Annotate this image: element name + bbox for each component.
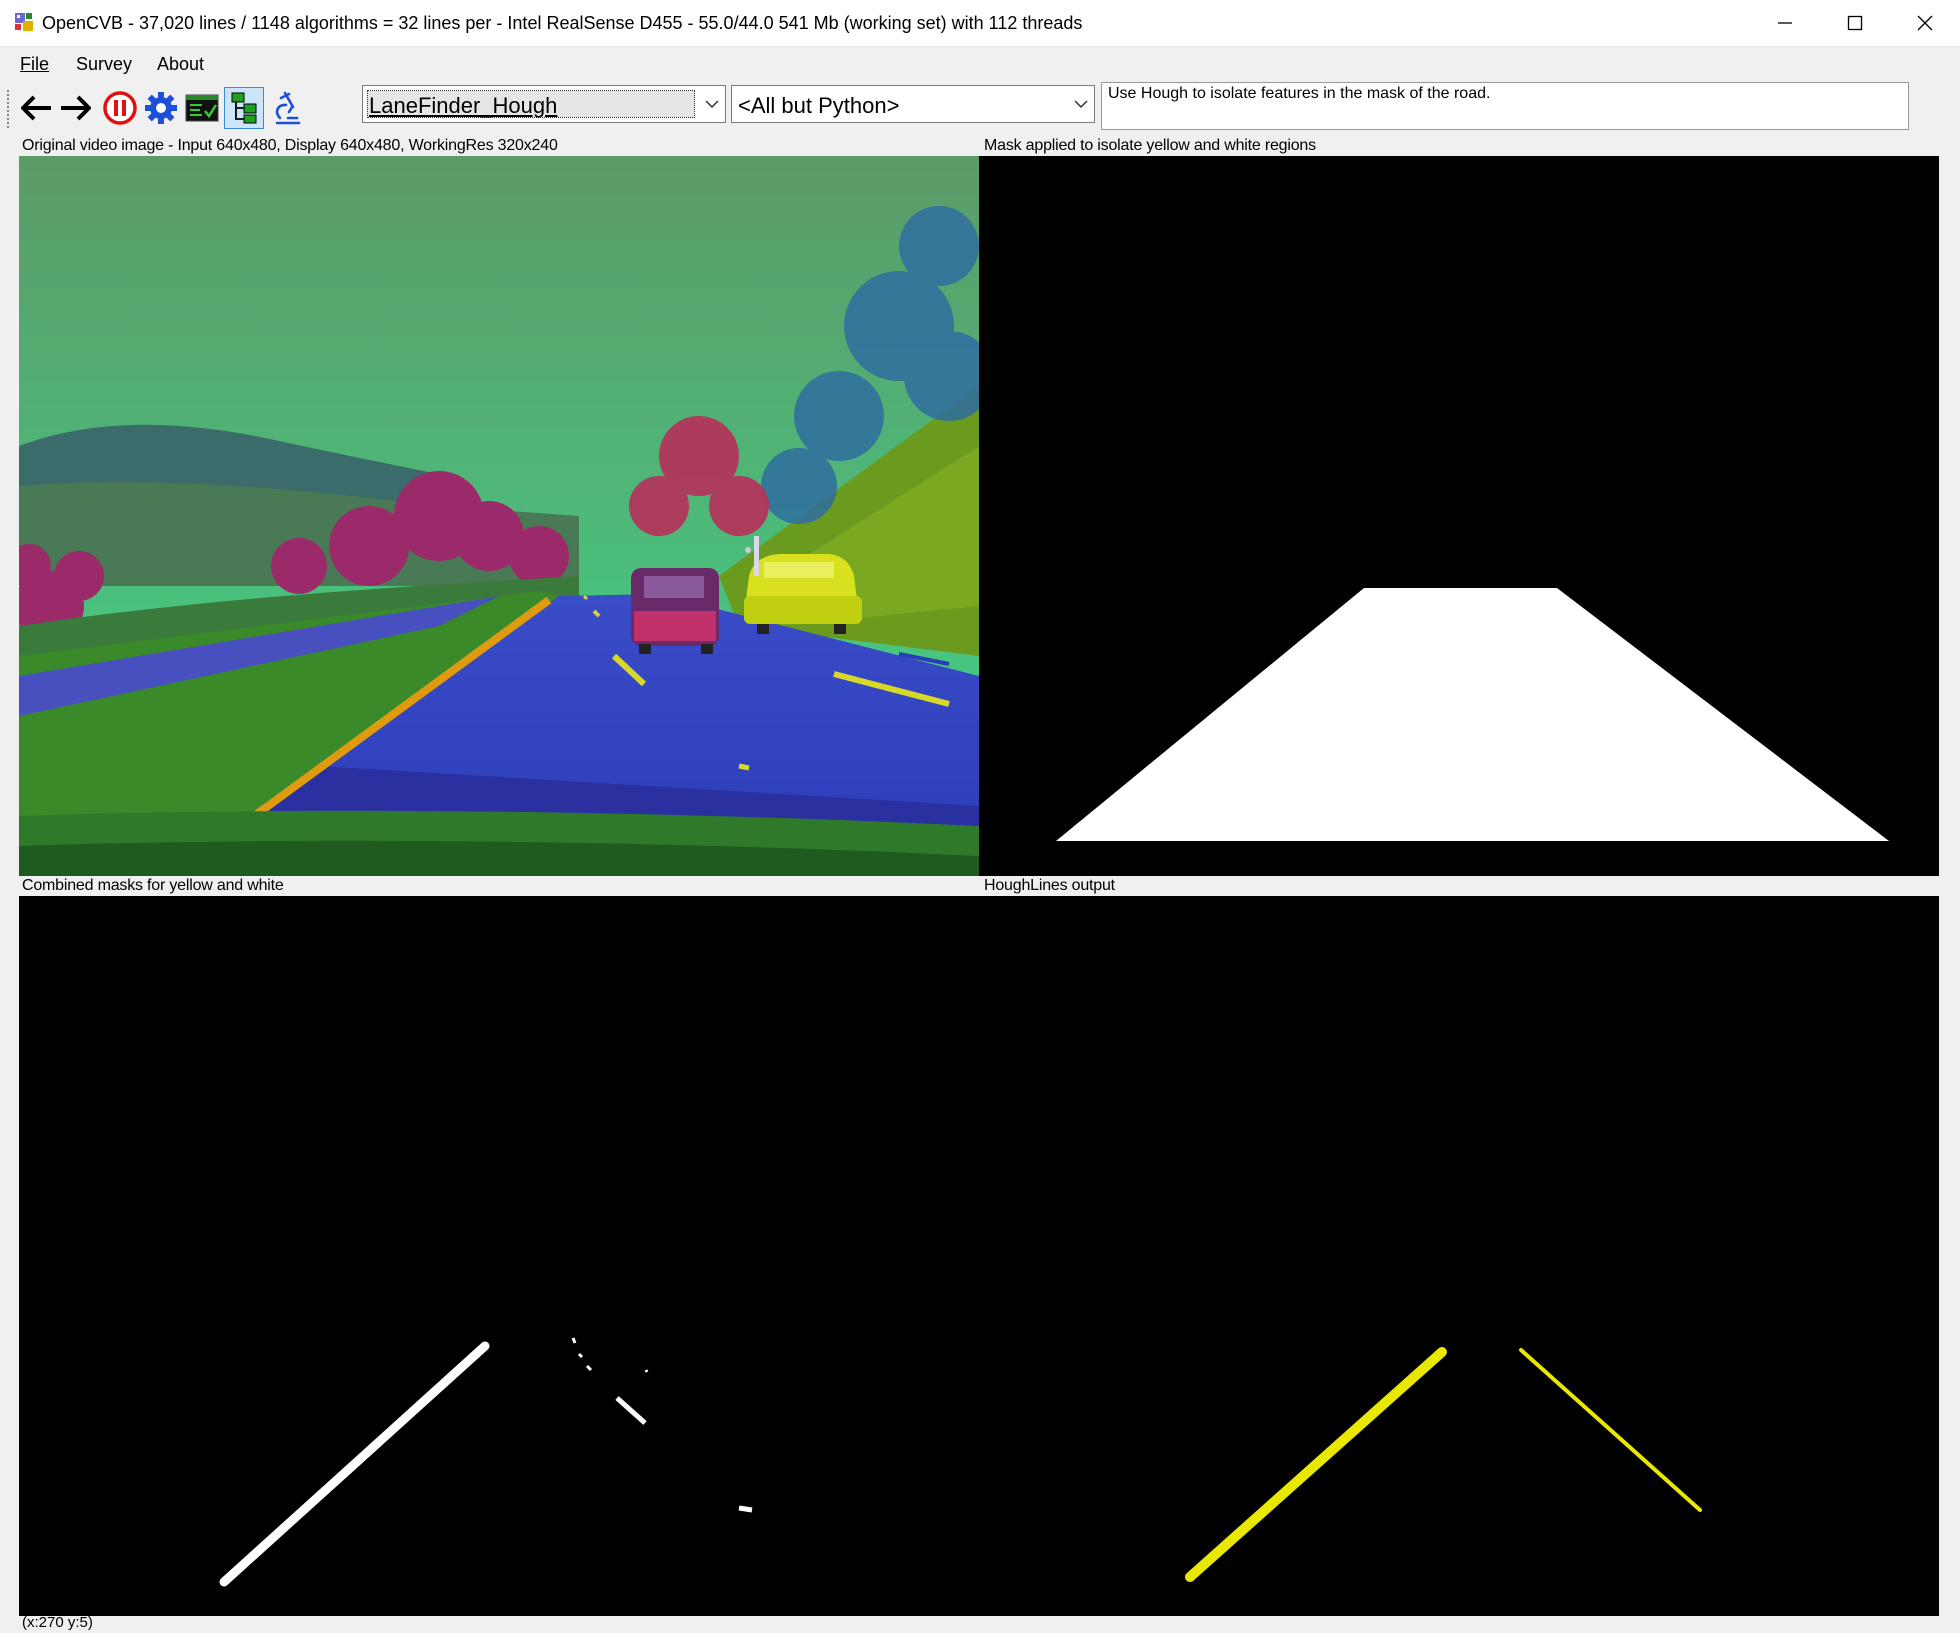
settings-gear-icon [145, 92, 177, 124]
algorithm-select-value: LaneFinder_Hough [369, 93, 558, 118]
minimize-icon [1778, 22, 1792, 24]
pixel-viewer-button[interactable] [268, 87, 308, 129]
algorithm-tree-button[interactable] [224, 87, 264, 129]
toolbar-grip[interactable] [6, 89, 10, 129]
maximize-button[interactable] [1820, 0, 1890, 46]
minimize-button[interactable] [1750, 0, 1820, 46]
maximize-icon [1847, 15, 1863, 31]
back-icon [21, 95, 51, 121]
road-scene-image [19, 156, 979, 876]
test-all-icon [185, 94, 219, 122]
combined-masks-panel[interactable] [19, 896, 979, 1616]
top-right-panel-label: Mask applied to isolate yellow and white… [984, 137, 1316, 154]
algorithm-description-box[interactable]: Use Hough to isolate features in the mas… [1101, 82, 1909, 130]
close-button[interactable] [1890, 0, 1960, 46]
test-all-button[interactable] [182, 87, 222, 129]
top-left-panel-label: Original video image - Input 640x480, Di… [22, 137, 558, 154]
forward-icon [61, 95, 91, 121]
app-icon [15, 13, 33, 31]
menu-about[interactable]: About [157, 54, 204, 75]
mask-panel[interactable] [979, 156, 1939, 876]
settings-button[interactable] [141, 87, 181, 129]
menu-survey[interactable]: Survey [76, 54, 132, 75]
houghlines-image [1185, 1347, 1702, 1582]
algorithm-tree-icon [231, 92, 257, 124]
window-title: OpenCVB - 37,020 lines / 1148 algorithms… [42, 13, 1083, 33]
close-icon [1917, 15, 1933, 31]
back-button[interactable] [16, 87, 56, 129]
original-video-panel[interactable] [19, 156, 979, 876]
group-select[interactable]: <All but Python> [731, 85, 1095, 123]
bottom-right-panel-label: HoughLines output [984, 877, 1115, 894]
title-bar: OpenCVB - 37,020 lines / 1148 algorithms… [0, 0, 1960, 47]
algorithm-select[interactable]: LaneFinder_Hough [362, 85, 726, 123]
chevron-down-icon[interactable] [1068, 86, 1094, 122]
road-mask-image [1056, 588, 1889, 841]
houghlines-panel[interactable] [979, 896, 1939, 1616]
bottom-left-panel-label: Combined masks for yellow and white [22, 877, 284, 894]
menu-file[interactable]: File [20, 54, 49, 75]
chevron-down-icon[interactable] [699, 86, 725, 122]
pixel-viewer-microscope-icon [275, 91, 301, 125]
group-select-value: <All but Python> [738, 93, 900, 118]
forward-button[interactable] [56, 87, 96, 129]
pause-icon [103, 91, 137, 125]
menu-bar: File Survey About [0, 47, 1960, 81]
algorithm-description: Use Hough to isolate features in the mas… [1108, 85, 1491, 102]
combined-masks-image [219, 1337, 753, 1587]
pause-button[interactable] [100, 87, 140, 129]
status-coordinates: (x:270 y:5) [22, 1614, 93, 1631]
